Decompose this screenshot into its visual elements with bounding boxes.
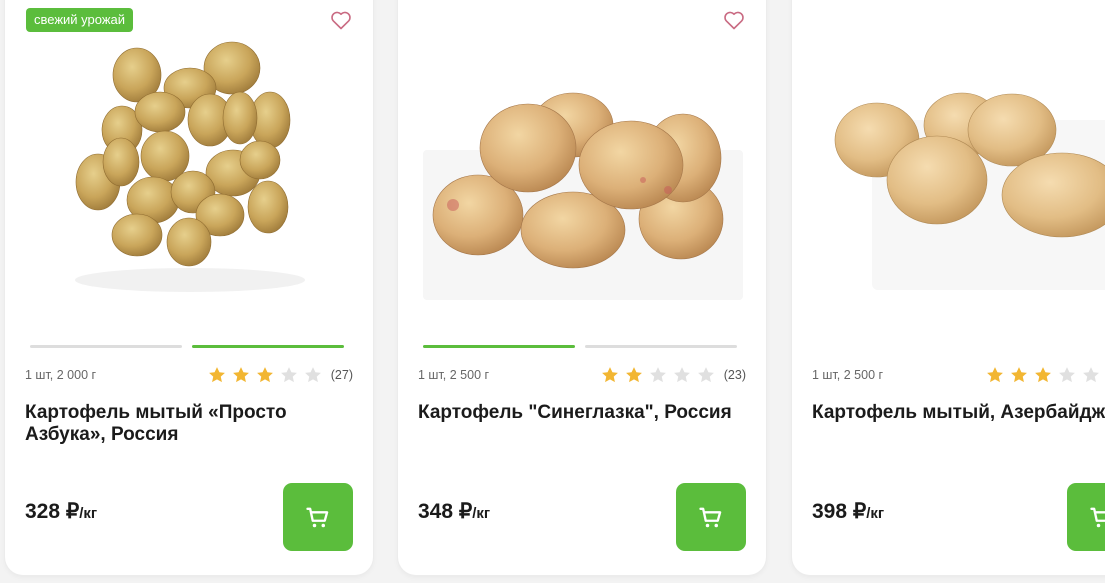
star-icon (987, 367, 1003, 383)
add-to-cart-button[interactable] (676, 483, 746, 551)
product-card[interactable]: 1 шт, 2 500 г Картофель мытый, Азербайдж… (792, 0, 1105, 575)
product-title[interactable]: Картофель мытый «Просто Азбука», Россия (25, 402, 345, 446)
product-image[interactable] (418, 30, 748, 320)
slide-indicator-2[interactable] (192, 345, 344, 348)
product-title[interactable]: Картофель "Синеглазка", Россия (418, 402, 738, 424)
heart-icon[interactable] (329, 8, 353, 32)
image-slider-indicator[interactable] (30, 345, 348, 348)
add-to-cart-button[interactable] (1067, 483, 1105, 551)
product-price: 348 ₽/кг (418, 499, 490, 524)
slide-indicator-2[interactable] (585, 345, 737, 348)
slide-indicator-1[interactable] (423, 345, 575, 348)
star-icon (1083, 367, 1099, 383)
image-slider-indicator[interactable] (423, 345, 741, 348)
product-price: 398 ₽/кг (812, 499, 884, 524)
star-icon (1035, 367, 1051, 383)
product-price: 328 ₽/кг (25, 499, 97, 524)
heart-icon[interactable] (722, 8, 746, 32)
add-to-cart-button[interactable] (283, 483, 353, 551)
fresh-harvest-badge: свежий урожай (26, 8, 134, 32)
price-unit: /кг (866, 505, 885, 522)
star-icon (304, 367, 321, 383)
review-count[interactable]: (23) (724, 368, 746, 382)
price-unit: /кг (79, 505, 98, 522)
slide-indicator-1[interactable] (30, 345, 182, 348)
star-icon (1059, 367, 1075, 383)
price-unit: /кг (472, 505, 491, 522)
price-value: 398 ₽ (812, 500, 867, 523)
product-image[interactable] (812, 30, 1105, 320)
star-icon (697, 367, 714, 383)
product-image[interactable] (25, 30, 355, 320)
star-icon (601, 367, 618, 383)
star-icon (1011, 367, 1027, 383)
star-icon (673, 367, 690, 383)
shopping-cart-icon (1090, 507, 1105, 528)
star-icon (208, 367, 225, 383)
rating[interactable]: (27) (207, 365, 353, 385)
shopping-cart-icon (699, 507, 722, 528)
product-weight: 1 шт, 2 500 г (812, 368, 884, 382)
price-value: 328 ₽ (25, 500, 80, 523)
rating[interactable] (985, 365, 1105, 385)
star-icon (625, 367, 642, 383)
star-icon (280, 367, 297, 383)
star-icon (256, 367, 273, 383)
shopping-cart-icon (306, 507, 329, 528)
product-card[interactable]: свежий урожай 1 шт, 2 000 г (27) Картофе… (5, 0, 373, 575)
product-title[interactable]: Картофель мытый, Азербайджан (812, 402, 1105, 424)
product-weight: 1 шт, 2 500 г (418, 368, 490, 382)
product-card[interactable]: 1 шт, 2 500 г (23) Картофель "Синеглазка… (398, 0, 766, 575)
rating[interactable]: (23) (600, 365, 746, 385)
product-weight: 1 шт, 2 000 г (25, 368, 97, 382)
review-count[interactable]: (27) (331, 368, 353, 382)
star-icon (232, 367, 249, 383)
star-icon (649, 367, 666, 383)
price-value: 348 ₽ (418, 500, 473, 523)
